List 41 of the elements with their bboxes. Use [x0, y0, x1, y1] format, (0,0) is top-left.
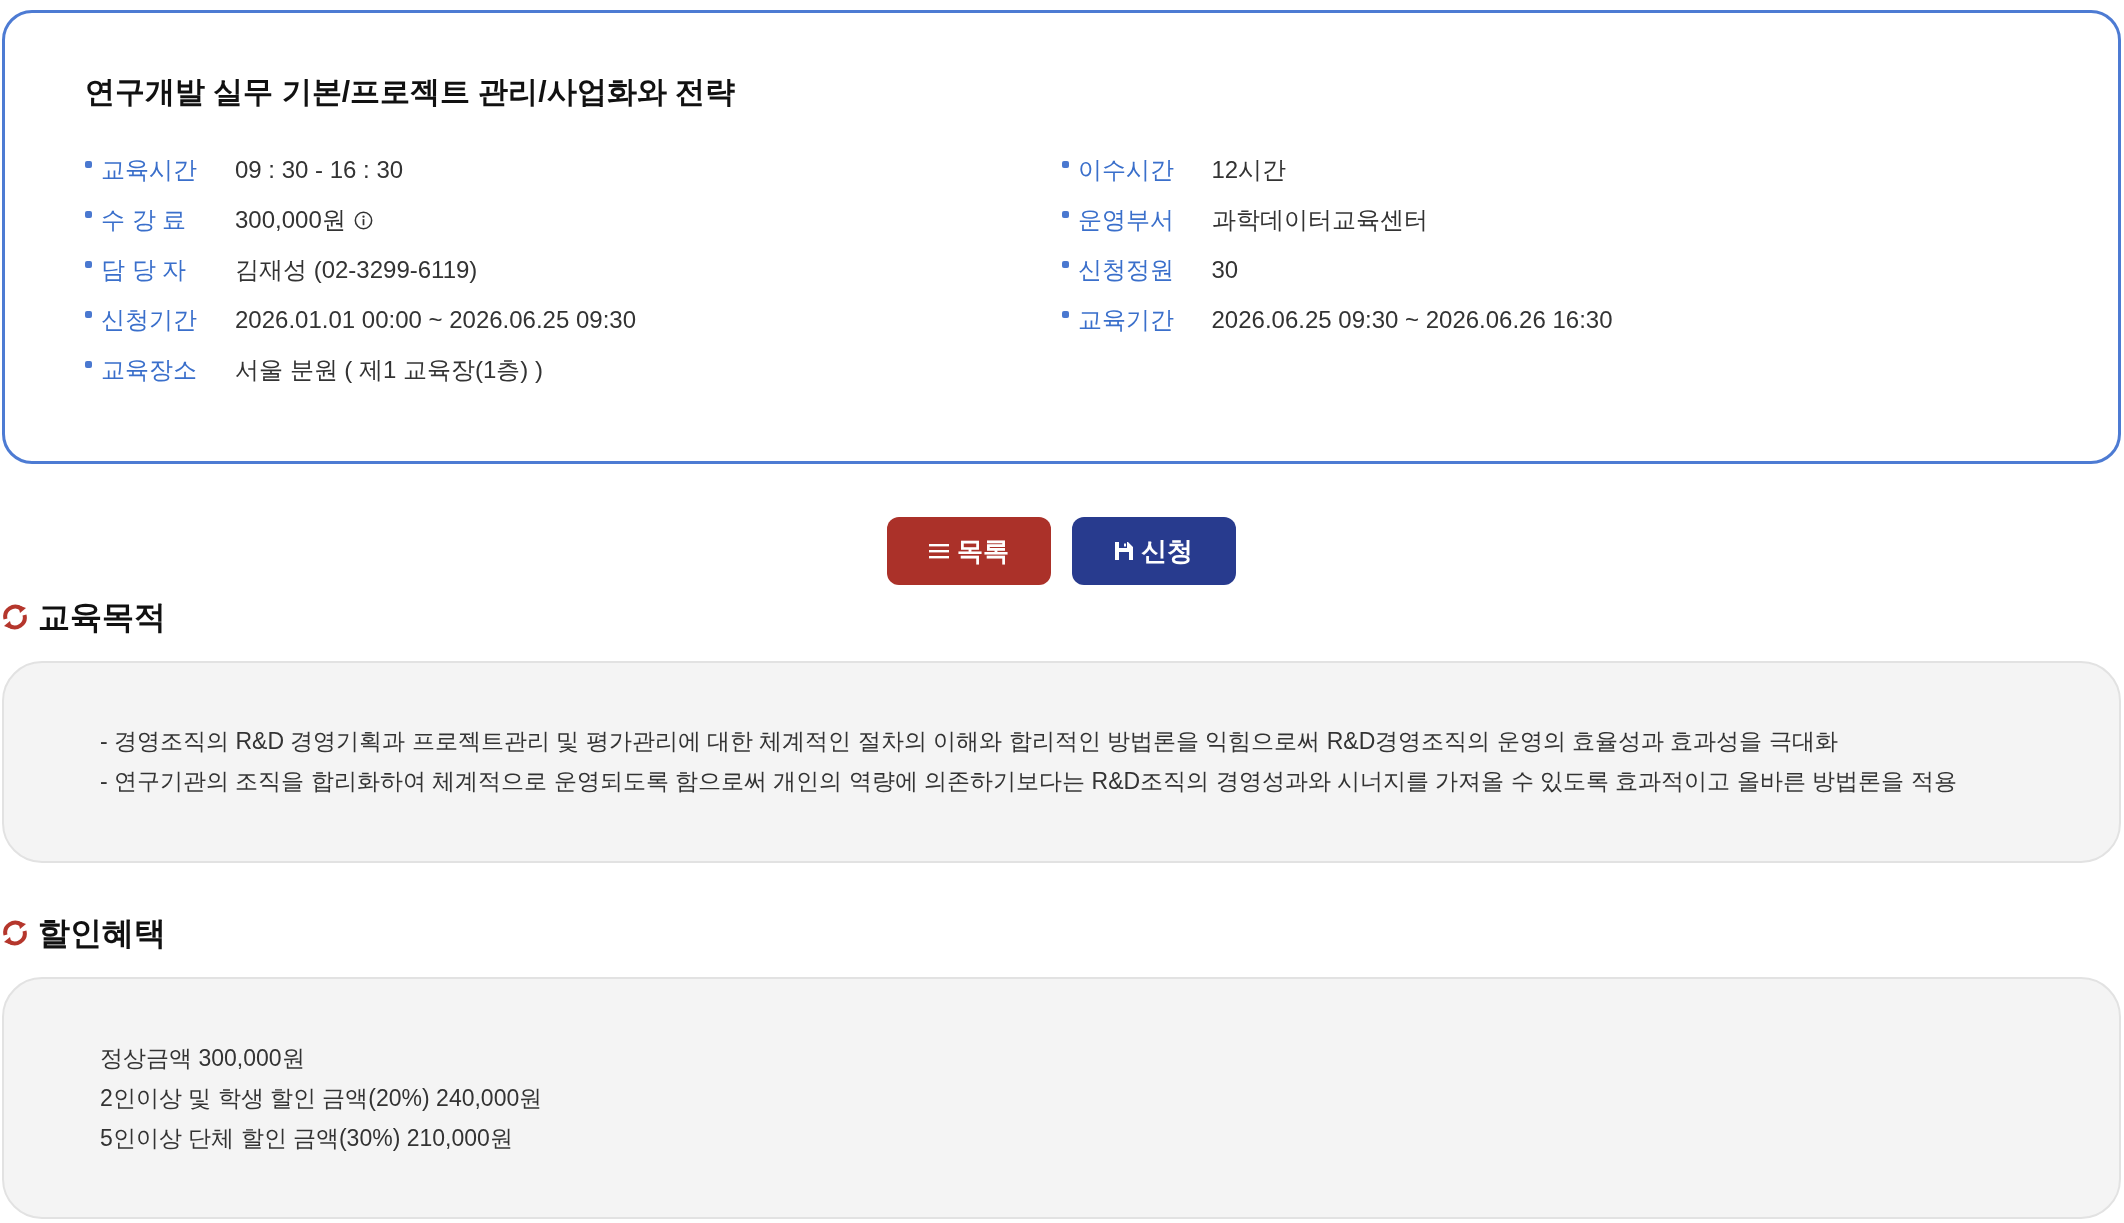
detail-value: 2026.01.01 00:00 ~ 2026.06.25 09:30	[235, 305, 637, 335]
detail-value: 김재성 (02-3299-6119)	[235, 255, 478, 285]
list-button[interactable]: 목록	[887, 517, 1051, 585]
detail-value: 서울 분원 ( 제1 교육장(1층) )	[235, 355, 543, 385]
bullet-icon	[1061, 161, 1069, 168]
detail-label: 교육장소	[101, 355, 198, 385]
apply-button[interactable]: 신청	[1072, 517, 1236, 585]
detail-value: 09 : 30 - 16 : 30	[235, 155, 404, 185]
bullet-icon	[85, 161, 92, 168]
bullet-icon	[85, 311, 92, 318]
detail-label: 담 당 자	[101, 255, 188, 285]
detail-label: 운영부서	[1077, 205, 1175, 235]
bullet-icon	[1061, 261, 1069, 268]
content-line: 정상금액 300,000원	[100, 1044, 306, 1073]
detail-label: 이수시간	[1077, 155, 1175, 185]
detail-label: 신청정원	[1077, 255, 1175, 285]
detail-label: 수 강 료	[101, 205, 188, 235]
detail-value: 2026.06.25 09:30 ~ 2026.06.26 16:30	[1211, 305, 1613, 335]
detail-label: 교육시간	[101, 155, 198, 185]
content-line: - 연구기관의 조직을 합리화하여 체계적으로 운영되도록 함으로써 개인의 역량에 의존하기보다는 R&D조직의 경영성과와 시너지를 가져올 수 있도록 효과적이고 올바른 방법론을 적용	[100, 767, 1958, 796]
detail-value: 과학데이터교육센터	[1211, 205, 1428, 235]
save-icon	[1115, 542, 1133, 560]
circular-arrows-icon	[2, 604, 28, 630]
course-title: 연구개발 실무 기본/프로젝트 관리/사업화와 전략	[85, 74, 736, 110]
circular-arrows-icon	[2, 920, 28, 946]
detail-value: 30	[1211, 255, 1239, 285]
bullet-icon	[85, 261, 92, 268]
detail-label: 교육기간	[1077, 305, 1175, 335]
bullet-icon	[1061, 311, 1069, 318]
bullet-icon	[85, 211, 92, 218]
content-line: 5인이상 단체 할인 금액(30%) 210,000원	[100, 1124, 514, 1153]
section-heading: 할인혜택	[38, 915, 166, 951]
detail-value: 12시간	[1211, 155, 1287, 185]
detail-label: 신청기간	[101, 305, 198, 335]
bullet-icon	[85, 361, 92, 368]
content-line: - 경영조직의 R&D 경영기획과 프로젝트관리 및 평가관리에 대한 체계적인 절차의 이해와 합리적인 방법론을 익힘으로써 R&D경영조직의 운영의 효율성과 효과성을 극대화	[100, 727, 1839, 756]
detail-value: 300,000원	[235, 205, 346, 235]
section-heading: 교육목적	[38, 599, 166, 635]
menu-icon	[929, 543, 949, 559]
content-line: 2인이상 및 학생 할인 금액(20%) 240,000원	[100, 1084, 544, 1113]
bullet-icon	[1061, 211, 1069, 218]
